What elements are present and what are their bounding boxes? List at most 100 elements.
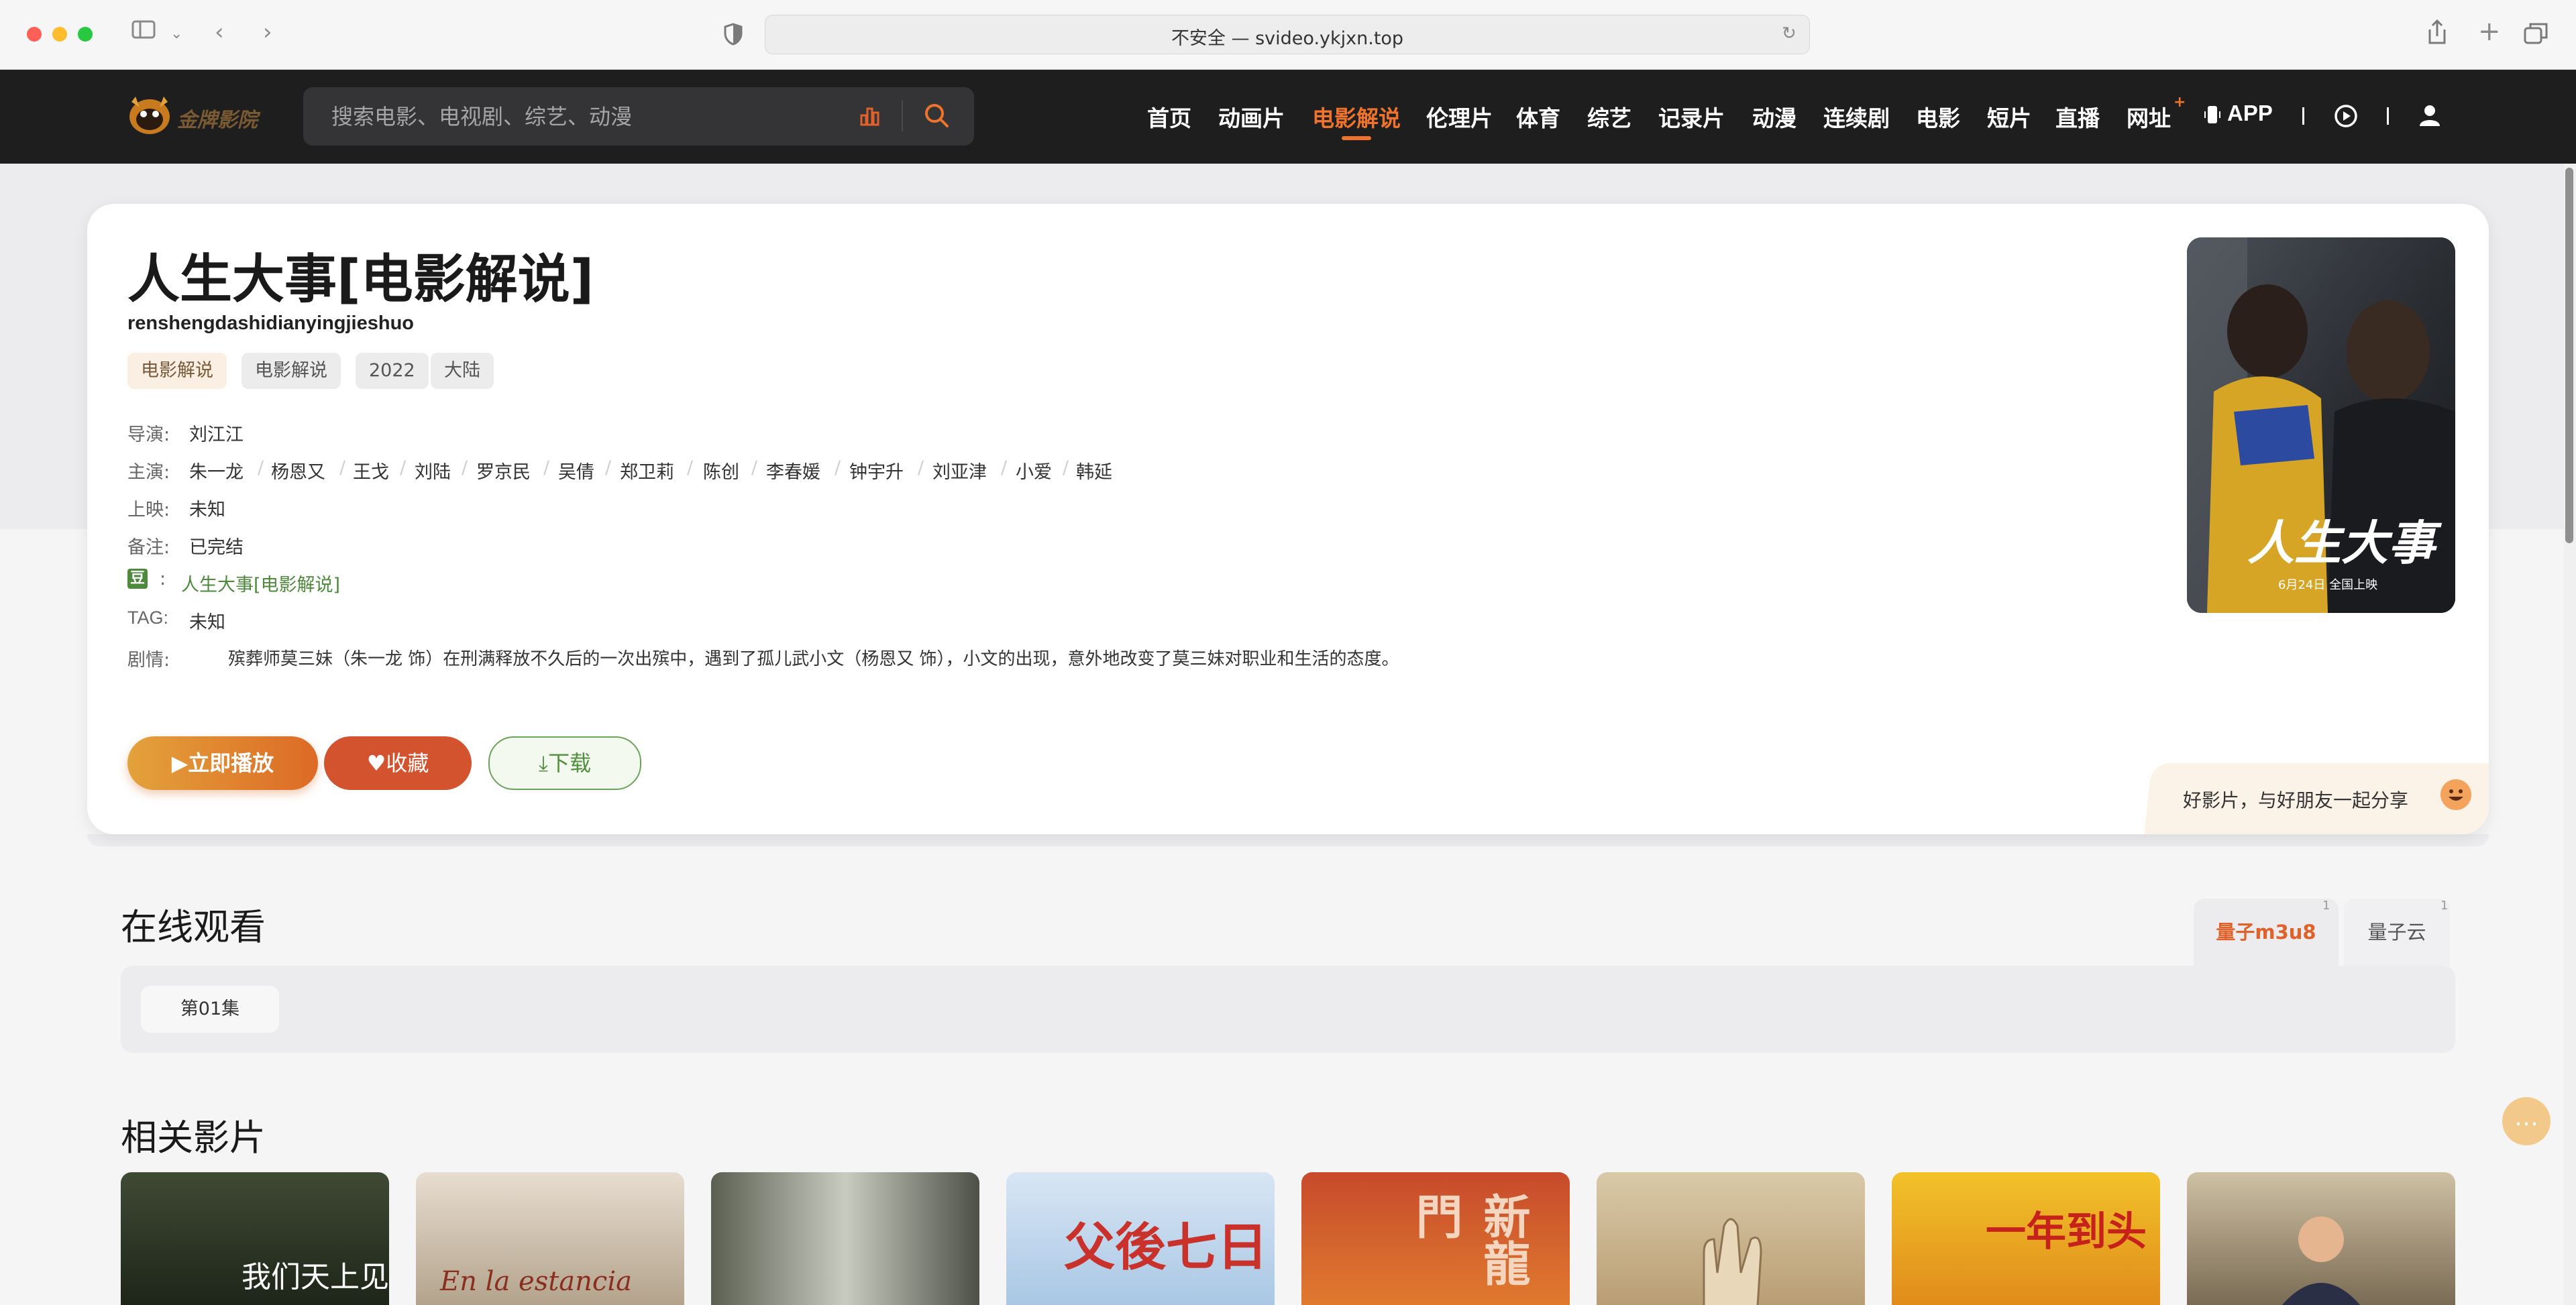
related-title: 相关影片 [121, 1117, 266, 1159]
nav-live[interactable]: 直播 [2055, 101, 2100, 133]
cast-label: 主演: [127, 462, 170, 483]
favorite-button[interactable]: ♥收藏 [324, 736, 472, 790]
nav-documentary[interactable]: 记录片 [1658, 101, 1725, 133]
cast-member[interactable]: 小爱 [1016, 457, 1052, 484]
douban-icon: 豆 [127, 569, 148, 589]
scrollbar-thumb[interactable] [2565, 168, 2573, 543]
nav-anime[interactable]: 动漫 [1752, 101, 1796, 133]
tab-overview-icon[interactable] [2524, 21, 2548, 47]
video-pinyin: renshengdashidianyingjieshuo [127, 313, 415, 334]
poster-date: 6月24日 全国上映 [2278, 578, 2378, 592]
back-icon[interactable]: ‹ [215, 19, 224, 46]
search-icon[interactable] [923, 102, 950, 131]
release-label: 上映: [127, 500, 170, 520]
share-icon[interactable] [2426, 19, 2449, 48]
heart-icon: ♥ [366, 750, 386, 776]
play-history-icon[interactable] [2333, 103, 2359, 131]
release-value: 未知 [189, 500, 225, 520]
privacy-shield-icon[interactable] [723, 23, 743, 48]
more-options-button[interactable]: … [2502, 1097, 2551, 1145]
nav-urls[interactable]: 网址 [2127, 101, 2171, 133]
download-icon: ⤓ [538, 750, 549, 776]
nav-ethics[interactable]: 伦理片 [1426, 101, 1493, 133]
note-label: 备注: [127, 537, 170, 558]
related-thumb[interactable] [1597, 1172, 1865, 1305]
user-icon[interactable] [2418, 103, 2442, 130]
thumb-title: 新龍門 [1408, 1192, 1532, 1286]
douban-separator: : [160, 569, 166, 589]
cast-member[interactable]: 朱一龙 [189, 457, 244, 484]
related-thumb[interactable]: 新龍門 [1301, 1172, 1570, 1305]
cast-member[interactable]: 罗京民 [476, 457, 531, 484]
cast-member[interactable]: 刘陆 [415, 457, 451, 484]
related-thumb[interactable]: En la estancia [416, 1172, 684, 1305]
cast-member[interactable]: 杨恩又 [271, 457, 325, 484]
close-window-button[interactable] [27, 27, 42, 42]
related-thumb[interactable]: 一年到头 [1892, 1172, 2160, 1305]
cast-member[interactable]: 王戈 [353, 457, 389, 484]
share-emoji-icon [2440, 779, 2471, 810]
nav-home[interactable]: 首页 [1147, 101, 1191, 133]
related-thumb[interactable] [711, 1172, 979, 1305]
episode-button[interactable]: 第01集 [141, 986, 279, 1033]
play-now-button[interactable]: ▶立即播放 [127, 736, 318, 790]
chevron-down-icon[interactable]: ⌄ [170, 25, 182, 42]
cast-separator: / [339, 457, 346, 478]
nav-film-commentary[interactable]: 电影解说 [1312, 101, 1401, 133]
cast-separator: / [835, 457, 841, 478]
search-box[interactable] [303, 87, 974, 147]
cast-separator: / [258, 457, 264, 478]
tag-region[interactable]: 大陆 [431, 353, 494, 389]
cast-member[interactable]: 韩延 [1076, 457, 1112, 484]
favorite-label: 收藏 [386, 750, 429, 776]
download-button[interactable]: ⤓下载 [488, 736, 641, 790]
director-value[interactable]: 刘江江 [189, 420, 244, 446]
nav-animation[interactable]: 动画片 [1218, 101, 1285, 133]
forward-icon[interactable]: › [263, 19, 272, 46]
cast-member[interactable]: 刘亚津 [932, 457, 987, 484]
director-label: 导演: [127, 424, 170, 445]
reload-icon[interactable]: ↻ [1782, 23, 1796, 44]
hot-ranking-icon[interactable] [859, 105, 881, 130]
search-input[interactable] [330, 87, 883, 147]
online-watch-title: 在线观看 [121, 906, 266, 948]
related-thumb[interactable]: 我们天上见 [121, 1172, 389, 1305]
source-tab[interactable]: 量子云 [2344, 899, 2450, 966]
cast-member[interactable]: 郑卫莉 [620, 457, 674, 484]
cast-member[interactable]: 李春媛 [766, 457, 820, 484]
address-bar[interactable]: 不安全 — svideo.ykjxn.top ↻ [765, 15, 1810, 54]
sidebar-toggle-icon[interactable] [131, 19, 156, 46]
poster-title: 人生大事 [2247, 515, 2435, 571]
zoom-window-button[interactable] [78, 27, 93, 42]
douban-link[interactable]: 人生大事[电影解说] [181, 570, 340, 596]
tag-category[interactable]: 电影解说 [127, 353, 227, 389]
thumb-title: 我们天上见 [241, 1260, 389, 1294]
url-text: 不安全 — svideo.ykjxn.top [1171, 28, 1404, 49]
tag-year[interactable]: 2022 [356, 353, 429, 389]
thumb-title: En la estancia [440, 1266, 632, 1297]
nav-app[interactable]: APP [2227, 101, 2273, 126]
nav-series[interactable]: 连续剧 [1823, 101, 1890, 133]
site-logo[interactable]: 金牌影院 [126, 93, 258, 139]
cast-separator: / [918, 457, 924, 478]
nav-sports[interactable]: 体育 [1516, 101, 1560, 133]
nav-short[interactable]: 短片 [1987, 101, 2031, 133]
plot-text: 殡葬师莫三妹（朱一龙 饰）在刑满释放不久后的一次出殡中，遇到了孤儿武小文（杨恩又… [228, 649, 1399, 669]
tag-label: TAG: [127, 608, 169, 628]
minimize-window-button[interactable] [52, 27, 67, 42]
source-tab-active[interactable]: 量子m3u8 [2194, 899, 2339, 966]
related-thumb[interactable]: 父後七日 [1006, 1172, 1275, 1305]
related-thumb[interactable] [2187, 1172, 2455, 1305]
cast-member[interactable]: 吴倩 [558, 457, 594, 484]
nav-variety[interactable]: 综艺 [1587, 101, 1631, 133]
tag-type[interactable]: 电影解说 [241, 353, 341, 389]
cast-member[interactable]: 钟宇升 [849, 457, 904, 484]
nav-movie[interactable]: 电影 [1916, 101, 1960, 133]
source-count: 1 [2440, 899, 2449, 913]
new-tab-icon[interactable]: + [2478, 16, 2501, 47]
share-text: 好影片，与好朋友一起分享 [2183, 789, 2409, 811]
cast-separator: / [751, 457, 758, 478]
cast-member[interactable]: 陈创 [703, 457, 739, 484]
source-count: 1 [2322, 899, 2330, 913]
video-poster[interactable]: 人生大事 6月24日 全国上映 [2187, 237, 2455, 613]
